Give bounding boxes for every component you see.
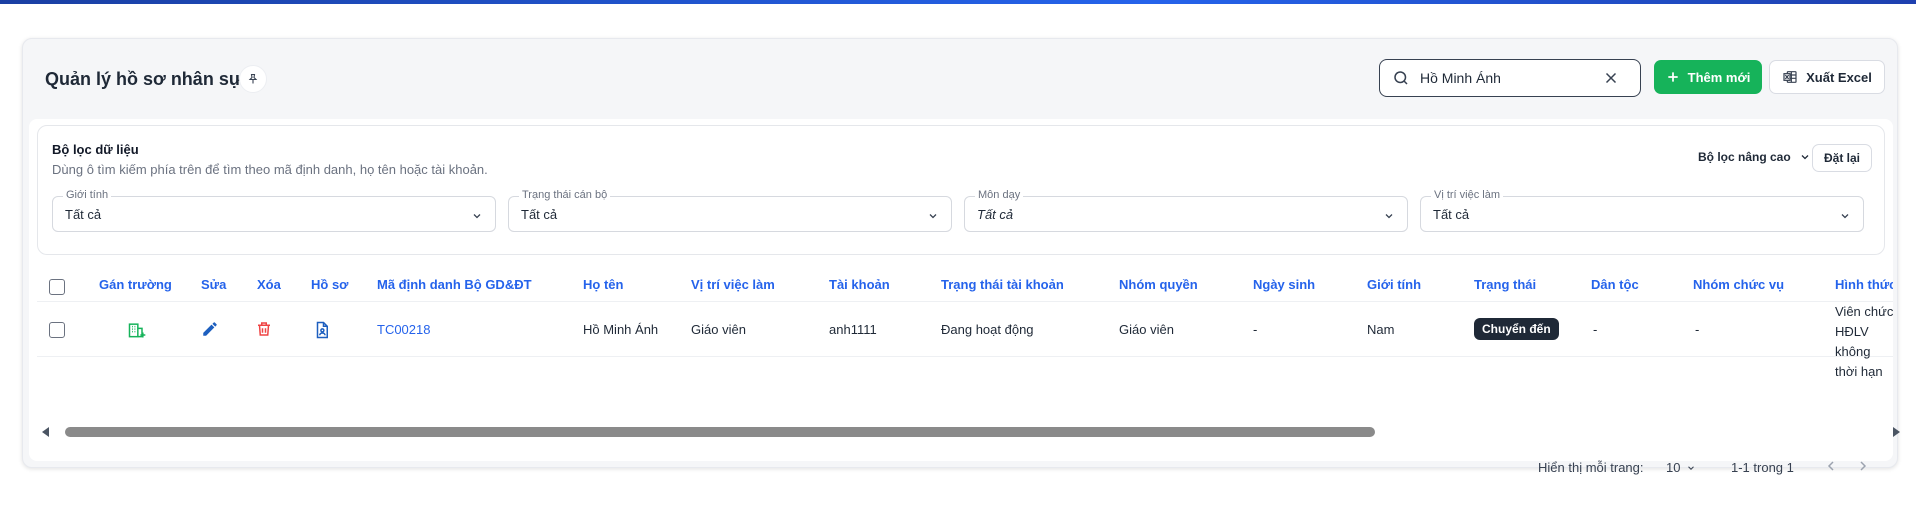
export-excel-label: Xuất Excel [1806, 69, 1872, 85]
scroll-right-arrow-icon[interactable] [1891, 427, 1901, 437]
scroll-left-arrow-icon[interactable] [41, 427, 51, 437]
gender-cell: Nam [1367, 322, 1395, 337]
table-row: TC00218 Hồ Minh Ánh Giáo viên anh1111 Đa… [37, 301, 1893, 379]
role-group-cell: Giáo viên [1119, 322, 1174, 337]
staff-status-select-label: Trạng thái cán bộ [519, 189, 611, 201]
trash-icon [258, 322, 270, 336]
plus-icon [1667, 72, 1678, 82]
employment-type-line-3: thời hạn [1835, 364, 1883, 379]
page-header: Quản lý hồ sơ nhân sự Thêm mới Xuất Exce… [23, 39, 1897, 119]
row-checkbox[interactable] [49, 322, 65, 338]
account-cell: anh1111 [829, 322, 877, 337]
subject-select[interactable]: Môn dạy Tất cả [964, 189, 1408, 232]
job-position-cell: Giáo viên [691, 322, 746, 337]
page-title: Quản lý hồ sơ nhân sự [45, 69, 242, 89]
col-header-assign-school[interactable]: Gán trường [99, 277, 172, 292]
search-input[interactable] [1420, 68, 1600, 88]
staff-table: Gán trường Sửa Xóa Hồ sơ Mã định danh Bộ… [37, 259, 1893, 383]
subject-select-label: Môn dạy [975, 189, 1024, 201]
advanced-filter-label: Bộ lọc nâng cao [1698, 150, 1791, 164]
birth-date-cell: - [1253, 322, 1258, 337]
col-header-status[interactable]: Trạng thái [1474, 277, 1536, 292]
filter-title: Bộ lọc dữ liệu [52, 142, 139, 157]
col-header-id[interactable]: Mã định danh Bộ GD&ĐT [377, 277, 532, 292]
employment-type-line-2: HĐLV không [1835, 324, 1871, 359]
gender-select-value: Tất cả [65, 207, 102, 222]
ethnicity-cell: - [1593, 322, 1598, 337]
id-link[interactable]: TC00218 [377, 322, 430, 337]
col-header-ethnicity[interactable]: Dân tộc [1591, 277, 1639, 292]
job-position-select-label: Vị trí việc làm [1431, 189, 1504, 201]
col-header-edit[interactable]: Sửa [201, 277, 226, 292]
col-header-birth-date[interactable]: Ngày sinh [1253, 277, 1315, 292]
rows-per-page-label: Hiển thị mỗi trang: [1538, 460, 1644, 475]
job-position-select-value: Tất cả [1433, 207, 1470, 222]
rows-per-page-select[interactable]: 10 [1666, 460, 1696, 475]
employment-type-cell: Viên chức HĐLV không thời hạn [1835, 302, 1893, 382]
assign-school-button[interactable] [127, 320, 147, 345]
content-panel: Bộ lọc dữ liệu Dùng ô tìm kiếm phía trên… [29, 119, 1900, 475]
employment-type-line-1: Viên chức [1835, 304, 1893, 319]
col-header-delete[interactable]: Xóa [257, 277, 281, 292]
chevron-down-icon [1688, 465, 1695, 470]
subject-select-value: Tất cả [977, 207, 1014, 222]
profile-button[interactable] [313, 320, 331, 345]
account-status-cell: Đang hoạt động [941, 322, 1034, 337]
building-add-icon [128, 323, 146, 338]
select-all-checkbox[interactable] [49, 279, 65, 295]
staff-status-select-value: Tất cả [521, 207, 558, 222]
pencil-icon [203, 322, 217, 336]
next-page-button[interactable] [1855, 458, 1871, 477]
chevron-down-icon [929, 214, 937, 219]
add-new-label: Thêm mới [1687, 69, 1751, 85]
filter-panel: Bộ lọc dữ liệu Dùng ô tìm kiếm phía trên… [37, 125, 1885, 255]
delete-button[interactable] [255, 320, 273, 343]
main-card: Quản lý hồ sơ nhân sự Thêm mới Xuất Exce… [22, 38, 1900, 475]
chevron-down-icon [1841, 214, 1849, 219]
staff-status-select[interactable]: Trạng thái cán bộ Tất cả [508, 189, 952, 232]
page-range-label: 1-1 trong 1 [1731, 460, 1794, 475]
col-header-profile[interactable]: Hồ sơ [311, 277, 348, 292]
gender-select[interactable]: Giới tính Tất cả [52, 189, 496, 232]
chevron-down-icon [473, 214, 481, 219]
col-header-job-position[interactable]: Vị trí việc làm [691, 277, 775, 292]
chevron-left-icon [1827, 461, 1834, 471]
job-position-select[interactable]: Vị trí việc làm Tất cả [1420, 189, 1864, 232]
pin-button[interactable] [239, 65, 267, 93]
search-box[interactable] [1379, 59, 1641, 97]
advanced-filter-toggle[interactable]: Bộ lọc nâng cao [1698, 150, 1811, 164]
col-header-account[interactable]: Tài khoản [829, 277, 890, 292]
add-new-button[interactable]: Thêm mới [1654, 60, 1762, 94]
close-icon[interactable] [1602, 69, 1620, 87]
document-person-icon [316, 321, 328, 339]
col-header-role-group[interactable]: Nhóm quyền [1119, 277, 1198, 292]
search-icon [1394, 71, 1408, 85]
top-accent-bar [0, 0, 1916, 4]
col-header-employment-type[interactable]: Hình thức [1835, 277, 1893, 292]
col-header-full-name[interactable]: Họ tên [583, 277, 623, 292]
gender-select-label: Giới tính [63, 189, 112, 201]
pin-icon [248, 73, 258, 84]
col-header-position-group[interactable]: Nhóm chức vụ [1693, 277, 1784, 292]
export-excel-button[interactable]: Xuất Excel [1769, 60, 1885, 94]
chevron-down-icon [1801, 155, 1809, 160]
rows-per-page-value: 10 [1666, 460, 1681, 475]
status-badge: Chuyển đến [1474, 318, 1559, 340]
filter-hint: Dùng ô tìm kiếm phía trên để tìm theo mã… [52, 162, 488, 177]
scrollbar-thumb[interactable] [65, 427, 1375, 437]
full-name-cell: Hồ Minh Ánh [583, 322, 659, 337]
col-header-account-status[interactable]: Trạng thái tài khoản [941, 277, 1064, 292]
horizontal-scrollbar[interactable] [41, 425, 1901, 439]
col-header-gender[interactable]: Giới tính [1367, 277, 1421, 292]
prev-page-button[interactable] [1823, 458, 1839, 477]
excel-icon [1783, 71, 1797, 83]
edit-button[interactable] [201, 320, 219, 343]
reset-button[interactable]: Đặt lại [1812, 144, 1872, 172]
position-group-cell: - [1695, 322, 1700, 337]
chevron-down-icon [1385, 214, 1393, 219]
chevron-right-icon [1860, 461, 1867, 471]
